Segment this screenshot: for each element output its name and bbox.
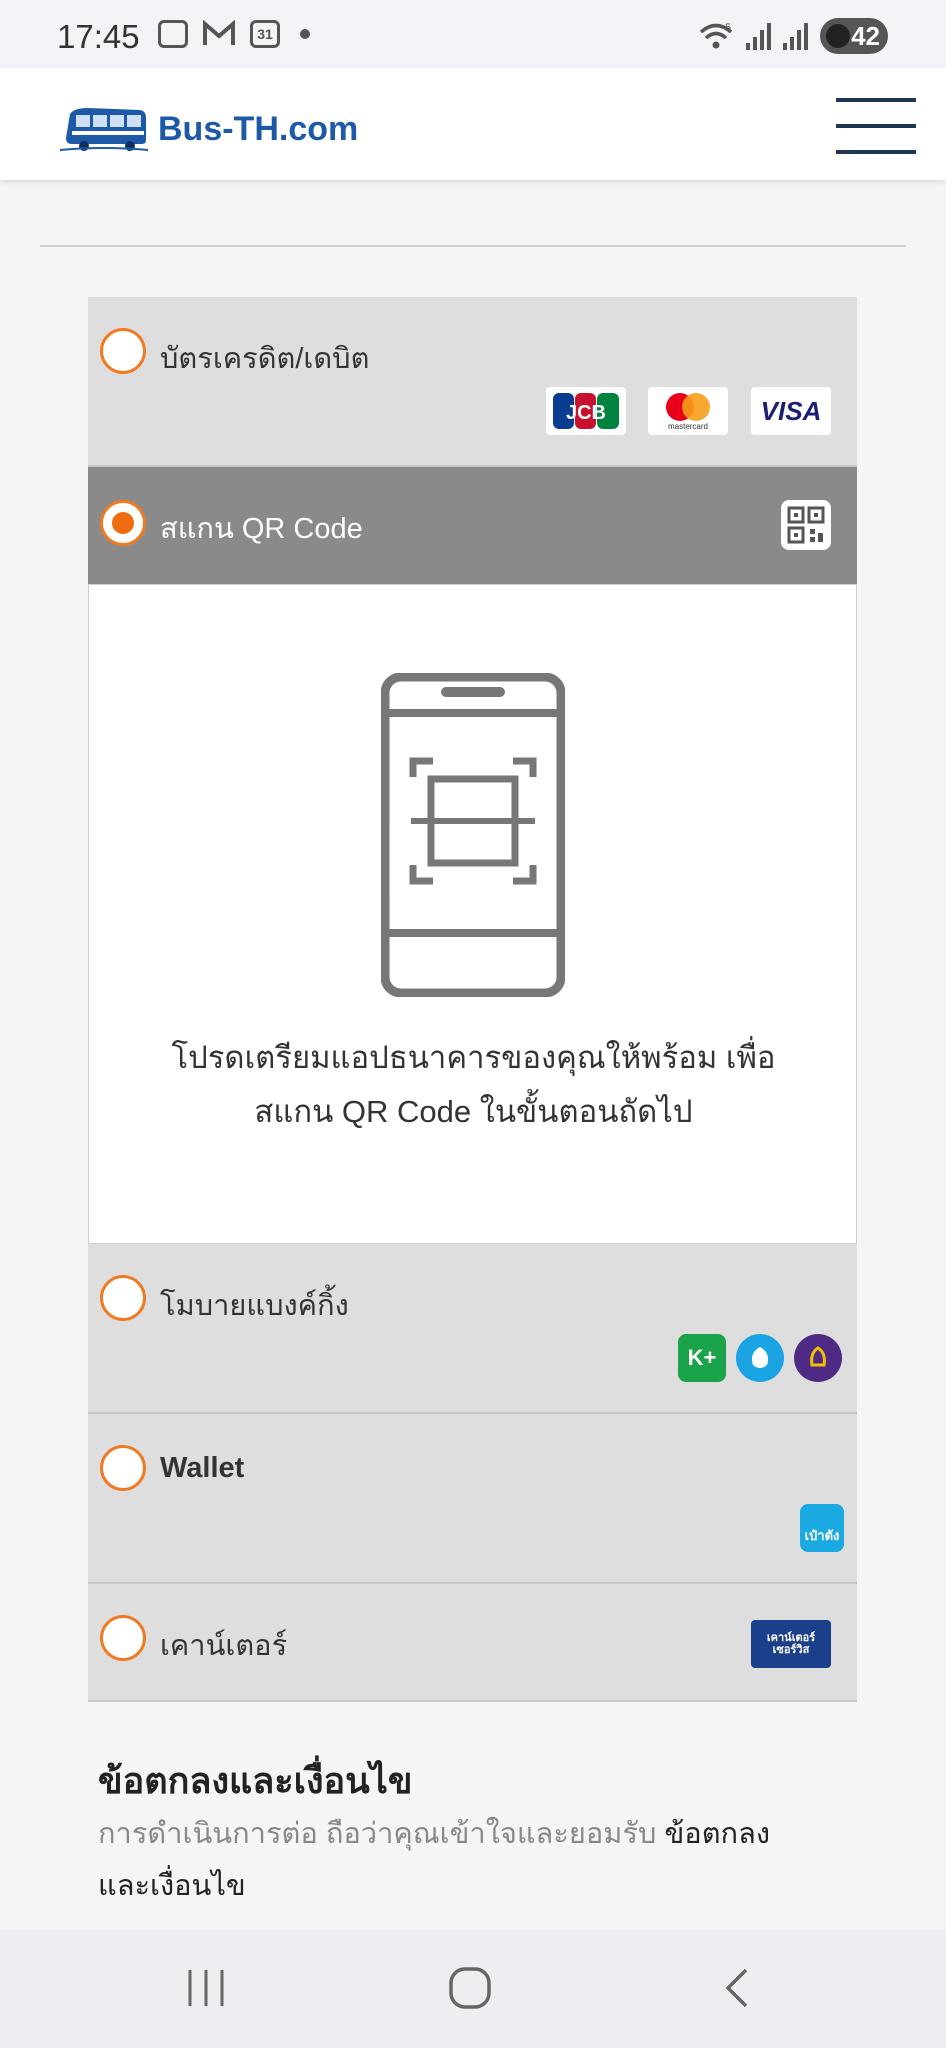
payment-option-counter[interactable]: เคาน์เตอร์ เคาน์เตอร์เซอร์วิส	[88, 1584, 857, 1702]
screenshot-icon	[158, 20, 188, 48]
menu-icon[interactable]	[836, 98, 916, 154]
notification-icons: 31	[158, 20, 310, 48]
more-notifications-dot	[300, 29, 310, 39]
gmail-icon	[203, 20, 235, 45]
divider	[40, 245, 906, 247]
visa-logo: VISA	[751, 387, 831, 435]
card-radio[interactable]	[100, 328, 146, 374]
system-icons: 5 42	[698, 18, 888, 54]
wallet-radio[interactable]	[100, 1445, 146, 1491]
home-icon[interactable]	[448, 1966, 492, 2010]
back-icon[interactable]	[716, 1966, 760, 2010]
signal-icon-2	[783, 22, 808, 50]
power-saving-icon	[826, 24, 850, 48]
site-logo-text[interactable]: Bus-TH.com	[158, 110, 358, 149]
paotang-logo: เป๋าตัง	[800, 1504, 844, 1552]
signal-icon-1	[746, 22, 771, 50]
qr-label: สแกน QR Code	[160, 513, 363, 545]
battery-indicator: 42	[820, 18, 888, 54]
battery-level: 42	[851, 20, 880, 51]
android-nav-bar	[0, 1930, 946, 2048]
payment-option-card[interactable]: บัตรเครดิต/เดบิต JCB mastercard VISA	[88, 297, 857, 467]
mobile-banking-label: โมบายแบงค์กิ้ง	[160, 1290, 349, 1322]
wallet-label: Wallet	[160, 1452, 245, 1484]
svg-text:5: 5	[725, 22, 731, 34]
terms-title: ข้อตกลงและเงื่อนไข	[98, 1760, 413, 1801]
counter-label: เคาน์เตอร์	[160, 1630, 288, 1662]
mobile-banking-radio[interactable]	[100, 1275, 146, 1321]
site-header: Bus-TH.com	[0, 68, 946, 180]
calendar-icon: 31	[250, 20, 280, 48]
counter-radio[interactable]	[100, 1615, 146, 1661]
kplus-logo: K+	[678, 1334, 726, 1382]
terms-text: การดำเนินการต่อ ถือว่าคุณเข้าใจและยอมรับ…	[98, 1808, 818, 1912]
krungthai-logo	[736, 1334, 784, 1382]
scb-logo	[794, 1334, 842, 1382]
qr-radio[interactable]	[100, 500, 146, 546]
payment-option-qr[interactable]: สแกน QR Code	[88, 467, 857, 584]
qr-instruction-line-2: สแกน QR Code ในขั้นตอนถัดไป	[254, 1094, 693, 1129]
status-bar: 17:45 31 5 42	[0, 0, 946, 68]
phone-scan-icon	[381, 673, 565, 997]
mastercard-logo: mastercard	[648, 387, 728, 435]
qr-info-panel: โปรดเตรียมแอปธนาคารของคุณให้พร้อม เพื่อ …	[88, 584, 857, 1244]
payment-option-mobile-banking[interactable]: โมบายแบงค์กิ้ง K+	[88, 1244, 857, 1414]
recent-apps-icon[interactable]	[184, 1966, 228, 2010]
terms-body: การดำเนินการต่อ ถือว่าคุณเข้าใจและยอมรับ	[98, 1818, 665, 1850]
qr-code-icon	[781, 500, 831, 550]
wifi-icon: 5	[699, 22, 733, 49]
counter-service-logo: เคาน์เตอร์เซอร์วิส	[751, 1620, 831, 1668]
status-time: 17:45	[57, 18, 140, 55]
card-label: บัตรเครดิต/เดบิต	[160, 343, 370, 375]
qr-instruction-line-1: โปรดเตรียมแอปธนาคารของคุณให้พร้อม เพื่อ	[171, 1040, 776, 1075]
svg-text:JCB: JCB	[566, 402, 606, 424]
bus-logo-icon[interactable]	[60, 106, 148, 152]
jcb-logo: JCB	[546, 387, 626, 435]
payment-option-wallet[interactable]: Wallet เป๋าตัง	[88, 1414, 857, 1584]
